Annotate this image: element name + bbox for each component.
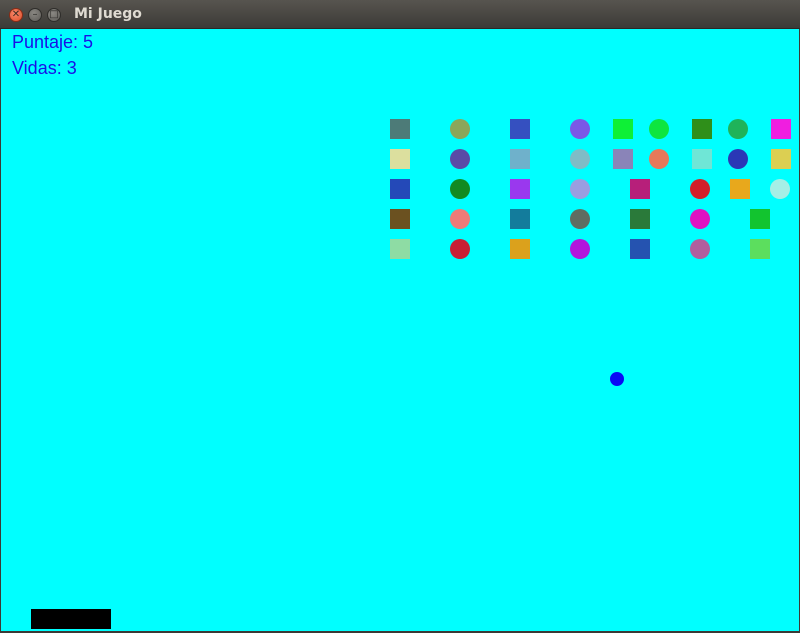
- brick-square: [730, 179, 750, 199]
- brick-circle: [690, 179, 710, 199]
- brick-square: [750, 209, 770, 229]
- brick-square: [510, 209, 530, 229]
- brick-circle: [728, 149, 748, 169]
- brick-circle: [450, 239, 470, 259]
- brick-circle: [770, 179, 790, 199]
- game-canvas[interactable]: Puntaje: 5 Vidas: 3: [1, 29, 799, 631]
- window-title: Mi Juego: [74, 6, 142, 22]
- brick-square: [510, 149, 530, 169]
- brick-square: [390, 179, 410, 199]
- brick-square: [630, 179, 650, 199]
- brick-square: [613, 149, 633, 169]
- brick-square: [750, 239, 770, 259]
- brick-square: [390, 119, 410, 139]
- brick-circle: [450, 149, 470, 169]
- brick-circle: [728, 119, 748, 139]
- brick-square: [613, 119, 633, 139]
- minimize-icon: –: [32, 9, 38, 20]
- maximize-window-button[interactable]: □: [47, 8, 61, 22]
- brick-circle: [649, 119, 669, 139]
- brick-square: [510, 119, 530, 139]
- brick-square: [630, 209, 650, 229]
- brick-square: [390, 209, 410, 229]
- brick-circle: [690, 239, 710, 259]
- brick-square: [510, 179, 530, 199]
- brick-circle: [649, 149, 669, 169]
- minimize-window-button[interactable]: –: [28, 8, 42, 22]
- brick-circle: [570, 209, 590, 229]
- brick-circle: [450, 179, 470, 199]
- maximize-icon: □: [49, 9, 59, 20]
- close-window-button[interactable]: ✕: [9, 8, 23, 22]
- brick-square: [692, 149, 712, 169]
- lives-label: Vidas: 3: [12, 58, 77, 78]
- brick-square: [771, 119, 791, 139]
- brick-square: [510, 239, 530, 259]
- brick-circle: [450, 209, 470, 229]
- window-titlebar: ✕ – □ Mi Juego: [0, 0, 800, 29]
- brick-circle: [570, 179, 590, 199]
- score-label: Puntaje: 5: [12, 32, 94, 52]
- brick-circle: [450, 119, 470, 139]
- brick-square: [692, 119, 712, 139]
- close-icon: ✕: [11, 9, 21, 20]
- brick-circle: [570, 239, 590, 259]
- brick-square: [390, 239, 410, 259]
- brick-square: [390, 149, 410, 169]
- brick-circle: [570, 149, 590, 169]
- ball: [610, 372, 624, 386]
- paddle[interactable]: [31, 609, 111, 629]
- brick-circle: [570, 119, 590, 139]
- brick-square: [771, 149, 791, 169]
- brick-circle: [690, 209, 710, 229]
- brick-square: [630, 239, 650, 259]
